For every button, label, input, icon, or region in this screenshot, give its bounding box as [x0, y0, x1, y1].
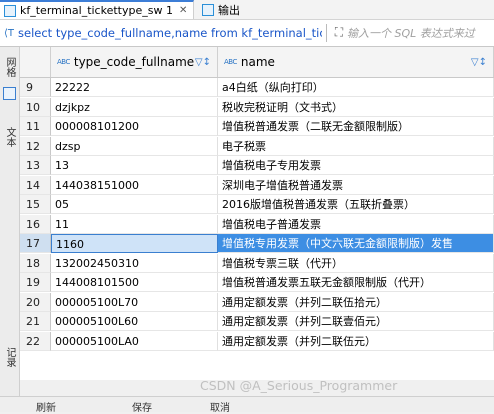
expand-filter-icon[interactable]: ⛶ [331, 25, 347, 41]
cell-type-code-fullname[interactable]: 13 [51, 156, 218, 175]
column-header-name[interactable]: ABC name ▽↕ [218, 47, 494, 77]
cell-name[interactable]: 通用定额发票（并列二联伍元） [218, 331, 494, 351]
table-row[interactable]: 22 000005100LA0 通用定额发票（并列二联伍元） [20, 331, 494, 351]
row-number[interactable]: 9 [20, 78, 51, 97]
cell-type-code-fullname[interactable]: 05 [51, 195, 218, 214]
row-number[interactable]: 19 [20, 273, 51, 292]
cell-name[interactable]: 增值税专票三联（代开） [218, 253, 494, 273]
cell-name[interactable]: 增值税电子普通发票 [218, 214, 494, 234]
cell-type-code-fullname[interactable]: 000005100L70 [51, 292, 218, 312]
table-row[interactable]: 15 05 2016版增值税普通发票（五联折叠票） [20, 195, 494, 214]
cell-name[interactable]: 2016版增值税普通发票（五联折叠票） [218, 195, 494, 214]
table-row[interactable]: 9 22222 a4白纸（纵向打印） [20, 78, 494, 97]
table-row[interactable]: 20 000005100L70 通用定额发票（并列二联伍拾元） [20, 292, 494, 312]
table-row[interactable]: 10 dzjkpz 税收完税证明（文书式） [20, 97, 494, 117]
sql-query-text[interactable]: select type_code_fullname,name from kf_t… [18, 26, 322, 40]
cell-name[interactable]: 通用定额发票（并列二联壹佰元） [218, 312, 494, 331]
cell-type-code-fullname[interactable]: 000008101200 [51, 117, 218, 136]
cell-type-code-fullname[interactable]: 000005100LA0 [51, 331, 218, 351]
row-number[interactable]: 21 [20, 312, 51, 331]
row-number[interactable]: 20 [20, 292, 51, 312]
cell-type-code-fullname[interactable]: 144038151000 [51, 175, 218, 195]
grid-icon[interactable] [3, 87, 16, 100]
table-row[interactable]: 12 dzsp 电子税票 [20, 136, 494, 156]
text-type-icon: ABC [224, 58, 237, 66]
save-button[interactable]: 保存 [132, 399, 152, 414]
table-row[interactable]: 14 144038151000 深圳电子增值税普通发票 [20, 175, 494, 195]
table-row[interactable]: 21 000005100L60 通用定额发票（并列二联壹佰元） [20, 312, 494, 331]
table-row[interactable]: 19 144008101500 增值税普通发票五联无金额限制版（代开） [20, 273, 494, 292]
bottom-toolbar: 刷新 保存 取消 [0, 396, 494, 414]
filter-input[interactable]: 输入一个 SQL 表达式来过 [347, 25, 487, 41]
sql-icon: ⟨T [3, 27, 14, 39]
row-number[interactable]: 15 [20, 195, 51, 214]
editor-tab-bar: kf_terminal_tickettype_sw 1 ✕ 输出 [0, 0, 494, 20]
close-icon[interactable]: ✕ [179, 5, 187, 16]
grid-header: ABC type_code_fullname ▽↕ ABC name ▽↕ [20, 47, 494, 78]
table-icon [4, 4, 16, 17]
row-number[interactable]: 18 [20, 253, 51, 273]
row-number-header[interactable] [20, 47, 51, 77]
cell-name[interactable]: a4白纸（纵向打印） [218, 78, 494, 97]
view-mode-panel: 网格 文本 记录 [0, 47, 20, 411]
cell-name[interactable]: 通用定额发票（并列二联伍拾元） [218, 292, 494, 312]
table-row[interactable]: 13 13 增值税电子专用发票 [20, 156, 494, 175]
cell-name[interactable]: 增值税专用发票（中文六联无金额限制版）发售 [218, 234, 494, 253]
cell-name[interactable]: 增值税普通发票（二联无金额限制版） [218, 117, 494, 136]
cell-type-code-fullname[interactable]: 132002450310 [51, 253, 218, 273]
text-type-icon: ABC [57, 58, 70, 66]
cell-name[interactable]: 增值税普通发票五联无金额限制版（代开） [218, 273, 494, 292]
cell-name[interactable]: 深圳电子增值税普通发票 [218, 175, 494, 195]
tab-label: kf_terminal_tickettype_sw 1 [20, 4, 173, 17]
cell-type-code-fullname[interactable]: dzjkpz [51, 97, 218, 117]
divider [326, 24, 327, 42]
row-number[interactable]: 17 [20, 234, 51, 253]
row-number[interactable]: 10 [20, 97, 51, 117]
cell-type-code-fullname[interactable]: dzsp [51, 136, 218, 156]
cancel-button[interactable]: 取消 [210, 399, 230, 414]
filter-sort-icon[interactable]: ▽↕ [195, 57, 211, 68]
grid-view-tab[interactable]: 网格 [2, 57, 17, 77]
text-view-tab[interactable]: 文本 [2, 127, 17, 147]
tab-result-table[interactable]: kf_terminal_tickettype_sw 1 ✕ [0, 0, 194, 19]
row-number[interactable]: 22 [20, 331, 51, 351]
column-header-label: type_code_fullname [73, 55, 195, 69]
row-number[interactable]: 13 [20, 156, 51, 175]
row-number[interactable]: 12 [20, 136, 51, 156]
cell-type-code-fullname[interactable]: 11 [51, 214, 218, 234]
row-number[interactable]: 16 [20, 214, 51, 234]
record-view-tab[interactable]: 记录 [2, 347, 17, 367]
table-row[interactable]: 16 11 增值税电子普通发票 [20, 214, 494, 234]
output-icon [202, 3, 214, 16]
table-row[interactable]: 17 1160 增值税专用发票（中文六联无金额限制版）发售 [20, 234, 494, 253]
refresh-button[interactable]: 刷新 [36, 399, 56, 414]
cell-type-code-fullname[interactable]: 144008101500 [51, 273, 218, 292]
tab-label: 输出 [218, 3, 240, 17]
tab-output[interactable]: 输出 [198, 0, 268, 19]
table-row[interactable]: 11 000008101200 增值税普通发票（二联无金额限制版） [20, 117, 494, 136]
cell-name[interactable]: 电子税票 [218, 136, 494, 156]
column-header-label: name [240, 55, 275, 69]
result-grid: ABC type_code_fullname ▽↕ ABC name ▽↕ 92… [20, 47, 494, 380]
cell-name[interactable]: 税收完税证明（文书式） [218, 97, 494, 117]
column-header-type-code-fullname[interactable]: ABC type_code_fullname ▽↕ [51, 47, 218, 77]
row-number[interactable]: 14 [20, 175, 51, 195]
sql-bar: ⟨T select type_code_fullname,name from k… [0, 20, 494, 47]
table-row[interactable]: 18 132002450310 增值税专票三联（代开） [20, 253, 494, 273]
cell-type-code-fullname[interactable]: 1160 [51, 234, 218, 253]
row-number[interactable]: 11 [20, 117, 51, 136]
cell-type-code-fullname[interactable]: 000005100L60 [51, 312, 218, 331]
watermark: CSDN @A_Serious_Programmer [200, 378, 398, 393]
filter-sort-icon[interactable]: ▽↕ [471, 57, 487, 68]
cell-name[interactable]: 增值税电子专用发票 [218, 156, 494, 175]
cell-type-code-fullname[interactable]: 22222 [51, 78, 218, 97]
